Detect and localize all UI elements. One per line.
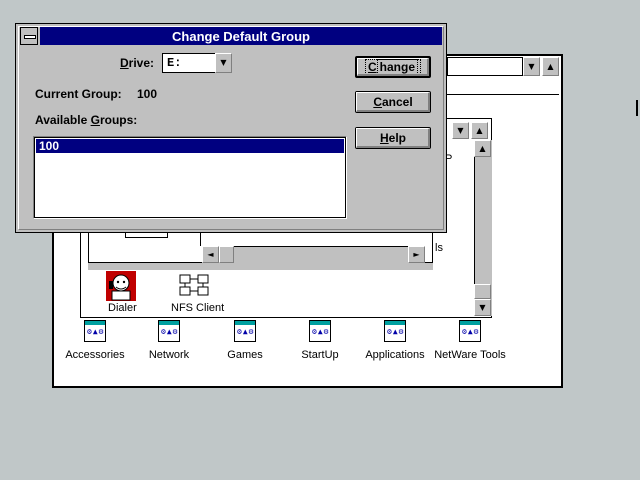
program-group-icon: ⚙▲⚙ (309, 320, 331, 342)
program-group-icon: ⚙▲⚙ (459, 320, 481, 342)
change-button[interactable]: Change (355, 56, 431, 78)
drive-select[interactable]: E: ▼ (162, 53, 232, 73)
menu-divider (447, 94, 559, 95)
group-network[interactable]: ⚙▲⚙ Network (134, 320, 204, 361)
available-groups-label: Available Groups: (35, 113, 138, 127)
group-startup-label: StartUp (301, 349, 339, 361)
group-netware-tools-label: NetWare Tools (434, 349, 506, 361)
change-default-group-dialog: Change Default Group Drive: E: ▼ Current… (15, 23, 447, 233)
group-network-label: Network (148, 349, 190, 361)
dialog-title: Change Default Group (40, 27, 442, 45)
group-netware-tools[interactable]: ⚙▲⚙ NetWare Tools (430, 320, 510, 361)
group-window-maximize-button[interactable]: ▲ (471, 122, 488, 139)
current-group-value: 100 (137, 87, 158, 101)
hscroll-left-button[interactable]: ◄ (202, 246, 219, 263)
nfs-client-icon (178, 273, 212, 299)
nested-hscroll[interactable] (202, 246, 425, 263)
chevron-down-icon: ▼ (220, 58, 227, 67)
available-groups-listbox[interactable]: 100 (33, 136, 347, 219)
dialer-icon (106, 271, 136, 301)
dialer-item[interactable]: Dialer (100, 270, 146, 314)
hscroll-thumb[interactable] (219, 246, 234, 263)
drive-dropdown-button[interactable]: ▼ (215, 53, 232, 73)
vscroll-down-button[interactable]: ▼ (474, 299, 491, 316)
group-games-label: Games (227, 349, 263, 361)
dialer-label: Dialer (108, 302, 137, 314)
program-manager-maximize-button[interactable]: ▲ (542, 57, 559, 76)
group-startup[interactable]: ⚙▲⚙ StartUp (285, 320, 355, 361)
nfs-client-label: NFS Client (171, 302, 225, 314)
program-manager-combo[interactable] (447, 57, 523, 76)
list-item[interactable]: 100 (36, 139, 344, 153)
group-applications[interactable]: ⚙▲⚙ Applications (360, 320, 430, 361)
nested-window-border-left (200, 232, 201, 246)
group-games[interactable]: ⚙▲⚙ Games (210, 320, 280, 361)
program-group-icon: ⚙▲⚙ (234, 320, 256, 342)
partial-label-ls: ls (435, 242, 443, 254)
program-group-icon: ⚙▲⚙ (384, 320, 406, 342)
program-group-icon: ⚙▲⚙ (84, 320, 106, 342)
cancel-button-label: Cancel (373, 95, 413, 109)
drive-select-value: E: (167, 56, 182, 70)
drive-label: Drive: (120, 56, 155, 70)
vscroll-thumb[interactable] (474, 284, 491, 299)
cancel-button[interactable]: Cancel (355, 91, 431, 113)
nfs-client-item[interactable]: NFS Client (156, 270, 226, 314)
help-button[interactable]: Help (355, 127, 431, 149)
hscroll-right-button[interactable]: ► (408, 246, 425, 263)
system-menu-icon (24, 35, 36, 39)
program-manager-dropdown-button[interactable]: ▼ (523, 57, 540, 76)
group-accessories-label: Accessories (65, 349, 125, 361)
system-menu-button[interactable] (20, 27, 38, 45)
group-window-minimize-button[interactable]: ▼ (452, 122, 469, 139)
current-group-label: Current Group: (35, 87, 122, 101)
program-group-icon: ⚙▲⚙ (158, 320, 180, 342)
mouse-cursor (636, 100, 638, 116)
nested-window-frame-bottom (88, 262, 433, 270)
group-applications-label: Applications (365, 349, 425, 361)
group-accessories[interactable]: ⚙▲⚙ Accessories (60, 320, 130, 361)
vscroll-up-button[interactable]: ▲ (474, 140, 491, 157)
help-button-label: Help (379, 131, 406, 145)
change-button-label: Change (364, 59, 421, 75)
